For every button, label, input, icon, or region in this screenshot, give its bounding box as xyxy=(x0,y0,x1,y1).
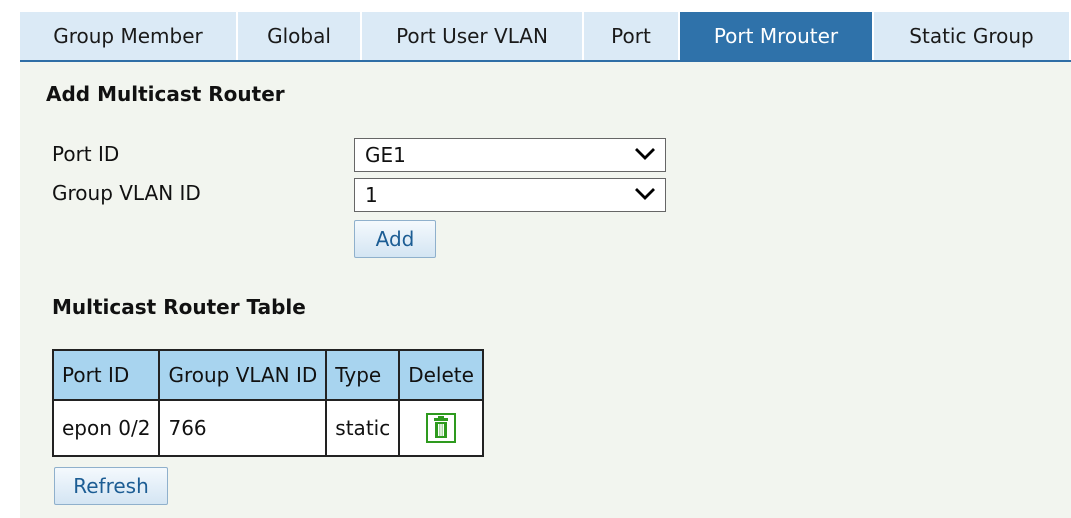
add-button[interactable]: Add xyxy=(354,220,436,258)
multicast-router-table-title: Multicast Router Table xyxy=(52,295,306,319)
refresh-button[interactable]: Refresh xyxy=(54,467,168,505)
column-header-group-vlan-id: Group VLAN ID xyxy=(158,349,328,401)
trash-icon[interactable] xyxy=(426,413,457,443)
tab-group-member[interactable]: Group Member xyxy=(20,12,238,60)
tab-global[interactable]: Global xyxy=(238,12,362,60)
port-id-select[interactable]: GE1 xyxy=(354,138,666,172)
cell-delete xyxy=(398,399,484,457)
chevron-down-icon xyxy=(635,148,655,160)
port-id-label: Port ID xyxy=(52,142,120,166)
tab-port[interactable]: Port xyxy=(584,12,680,60)
group-vlan-id-select-value: 1 xyxy=(365,183,378,207)
tab-port-user-vlan[interactable]: Port User VLAN xyxy=(362,12,584,60)
port-id-select-value: GE1 xyxy=(365,143,406,167)
tab-static-group[interactable]: Static Group xyxy=(874,12,1071,60)
group-vlan-id-label: Group VLAN ID xyxy=(52,181,201,205)
cell-port-id: epon 0/2 xyxy=(51,399,161,457)
tab-bar: Group Member Global Port User VLAN Port … xyxy=(20,12,1071,62)
multicast-router-table: Port ID Group VLAN ID Type Delete epon 0… xyxy=(51,349,484,457)
add-multicast-router-title: Add Multicast Router xyxy=(46,82,285,106)
column-header-delete: Delete xyxy=(398,349,484,401)
tab-port-mrouter[interactable]: Port Mrouter xyxy=(680,12,874,60)
port-mrouter-panel: Add Multicast Router Port ID GE1 Group V… xyxy=(20,62,1071,518)
cell-type: static xyxy=(325,399,401,457)
table-header-row: Port ID Group VLAN ID Type Delete xyxy=(51,349,484,401)
cell-group-vlan-id: 766 xyxy=(158,399,328,457)
column-header-type: Type xyxy=(325,349,401,401)
table-row: epon 0/2 766 static xyxy=(51,399,484,457)
column-header-port-id: Port ID xyxy=(51,349,161,401)
group-vlan-id-select[interactable]: 1 xyxy=(354,178,666,212)
chevron-down-icon xyxy=(635,188,655,200)
